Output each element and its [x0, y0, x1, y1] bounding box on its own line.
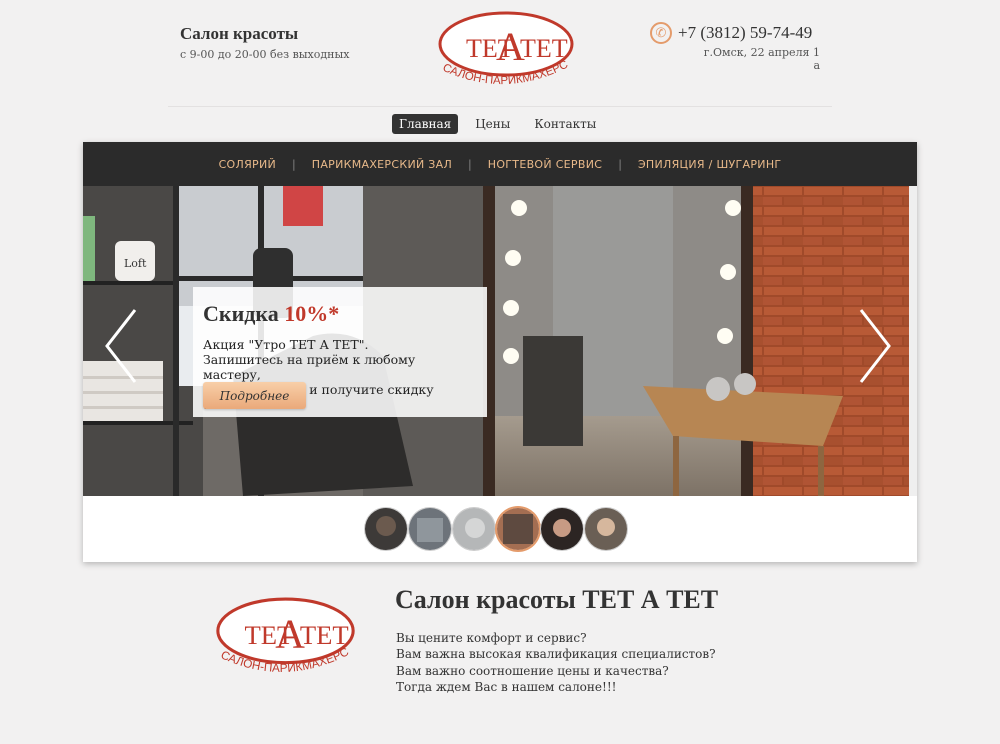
promo-line: Акция "Утро ТЕТ А ТЕТ".: [203, 337, 369, 352]
about-logo: ТЕТ А ТЕТ САЛОН-ПАРИКМАХЕРСКАЯ: [213, 596, 355, 675]
phone-icon: ✆: [650, 22, 672, 44]
salon-title: Салон красоты: [180, 24, 299, 43]
header-divider: [168, 106, 832, 107]
logo-text-right: ТЕТ: [520, 34, 568, 63]
promo-box: Скидка 10%* Акция "Утро ТЕТ А ТЕТ". Запи…: [193, 287, 487, 417]
working-hours: с 9-00 до 20-00 без выходных: [180, 48, 350, 61]
nav-prices[interactable]: Цены: [468, 114, 517, 134]
about-line: Вы цените комфорт и сервис?: [396, 631, 587, 645]
promo-line: Запишитесь на приём к любому мастеру,: [203, 352, 416, 382]
slide-thumbnail[interactable]: [497, 508, 539, 550]
about-line: Вам важно соотношение цены и качества?: [396, 663, 669, 678]
slide-thumbnail[interactable]: [453, 508, 495, 550]
promo-discount: 10%*: [284, 301, 340, 326]
service-hair-salon[interactable]: ПАРИКМАХЕРСКИЙ ЗАЛ: [312, 158, 452, 171]
address: г.Омск, 22 апреля 1 а: [703, 46, 820, 72]
slider-thumbnails: [365, 508, 627, 550]
header-logo[interactable]: ТЕТ А ТЕТ САЛОН-ПАРИКМАХЕРСКАЯ: [436, 10, 576, 90]
chevron-right-icon[interactable]: [855, 306, 895, 386]
jar-label: Loft: [124, 257, 147, 270]
separator: |: [468, 157, 472, 171]
about-title: Салон красоты ТЕТ А ТЕТ: [395, 585, 719, 614]
nav-home[interactable]: Главная: [392, 114, 459, 134]
nav-contacts[interactable]: Контакты: [527, 114, 603, 134]
separator: |: [292, 157, 296, 171]
slide-photo: Loft Скидка 10%* Акция "Утро ТЕТ А ТЕТ".…: [83, 186, 917, 496]
separator: |: [618, 157, 622, 171]
more-button[interactable]: Подробнее: [203, 382, 306, 409]
about-text: Вы цените комфорт и сервис? Вам важна вы…: [396, 630, 716, 695]
service-solarium[interactable]: СОЛЯРИЙ: [219, 158, 276, 171]
promo-title-text: Скидка: [203, 301, 279, 326]
service-nails[interactable]: НОГТЕВОЙ СЕРВИС: [488, 158, 602, 171]
slide-thumbnail[interactable]: [541, 508, 583, 550]
phone-block[interactable]: ✆ +7 (3812) 59-74-49: [650, 22, 812, 44]
phone-number[interactable]: +7 (3812) 59-74-49: [678, 23, 812, 43]
slide-thumbnail[interactable]: [409, 508, 451, 550]
logo-text-right: ТЕТ: [300, 620, 349, 650]
chevron-left-icon[interactable]: [101, 306, 141, 386]
slide-thumbnail[interactable]: [365, 508, 407, 550]
slide-thumbnail[interactable]: [585, 508, 627, 550]
hero-slider: СОЛЯРИЙ | ПАРИКМАХЕРСКИЙ ЗАЛ | НОГТЕВОЙ …: [83, 142, 917, 562]
promo-title: Скидка 10%*: [203, 301, 339, 327]
about-line: Вам важна высокая квалификация специалис…: [396, 647, 716, 662]
about-line: Тогда ждем Вас в нашем салоне!!!: [396, 679, 617, 694]
services-bar: СОЛЯРИЙ | ПАРИКМАХЕРСКИЙ ЗАЛ | НОГТЕВОЙ …: [83, 142, 917, 186]
service-epilation[interactable]: ЭПИЛЯЦИЯ / ШУГАРИНГ: [638, 158, 781, 171]
main-nav: Главная Цены Контакты: [392, 114, 603, 134]
